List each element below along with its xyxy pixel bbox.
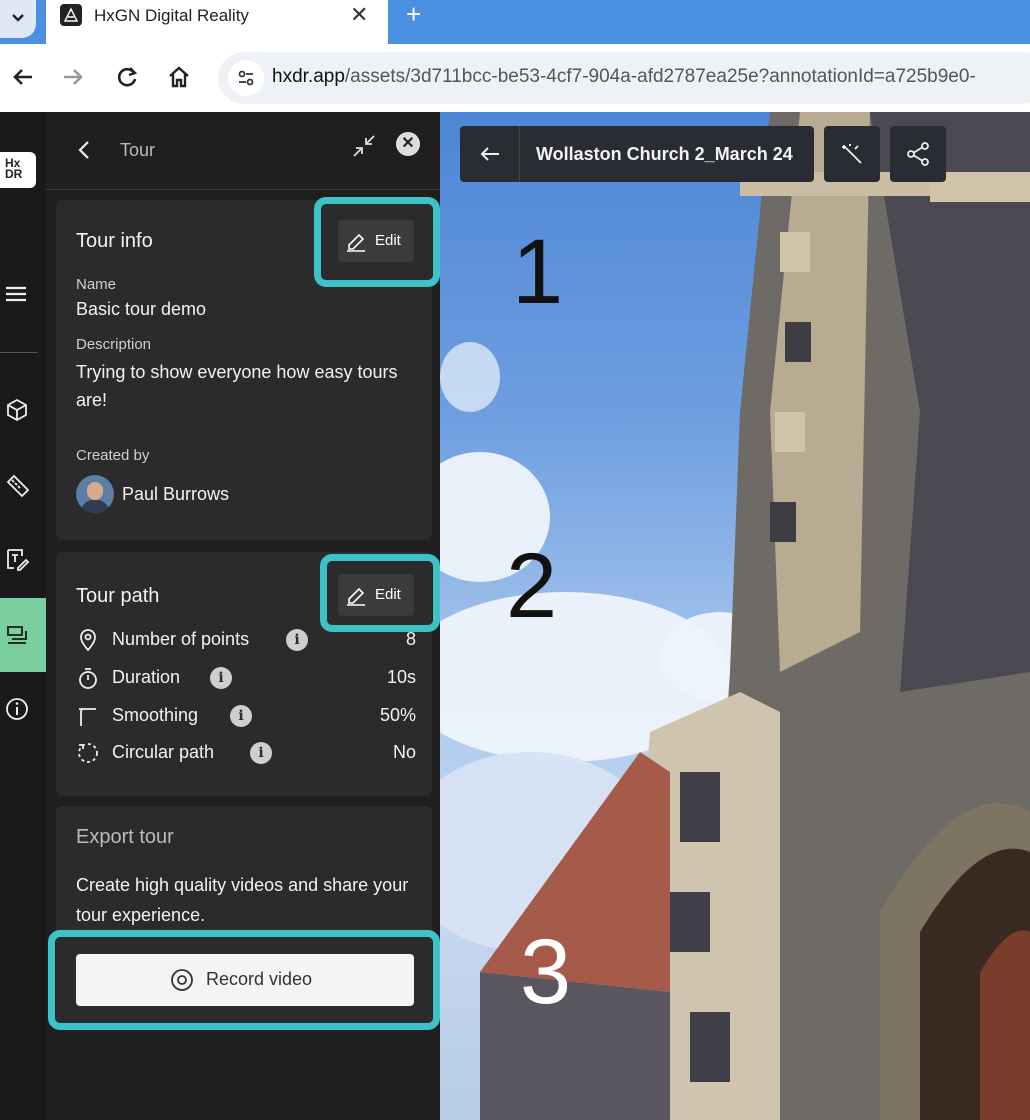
created-by-label: Created by: [76, 447, 150, 464]
highlight-box-edit-info: [314, 197, 440, 287]
step-number-1: 1: [512, 221, 564, 323]
hxgn-favicon-icon: [60, 4, 82, 26]
browser-tab[interactable]: HxGN Digital Reality ✕: [46, 0, 388, 44]
chevron-down-icon: [12, 14, 24, 22]
panel-header: Tour ✕: [46, 112, 440, 190]
viewer-3d[interactable]: Wollaston Church 2_March 24 1 2 3: [440, 112, 1030, 1120]
asset-title-bar: Wollaston Church 2_March 24: [460, 126, 814, 182]
hxdr-logo[interactable]: Hx DR: [0, 152, 36, 188]
reload-icon[interactable]: [112, 62, 142, 92]
stopwatch-icon: [79, 668, 97, 689]
step-number-3: 3: [520, 921, 572, 1023]
site-info-button[interactable]: [228, 60, 264, 96]
magic-wand-button[interactable]: [824, 126, 880, 182]
browser-tab-strip: HxGN Digital Reality ✕ +: [0, 0, 1030, 44]
viewer-back-button[interactable]: [460, 126, 520, 182]
rail-divider: [0, 352, 38, 353]
ruler-icon[interactable]: [4, 472, 30, 498]
name-value: Basic tour demo: [76, 299, 207, 319]
description-value: Trying to show everyone how easy tours a…: [76, 362, 398, 410]
rail-tour-active[interactable]: [0, 598, 46, 672]
path-row-label: Duration: [112, 667, 181, 687]
share-icon: [907, 142, 929, 166]
highlight-box-record: [48, 930, 440, 1030]
share-button[interactable]: [890, 126, 946, 182]
tour-info-heading: Tour info: [76, 230, 153, 252]
path-row-label: Circular path: [112, 742, 215, 762]
logo-line-2: DR: [5, 167, 23, 181]
app-rail: Hx DR: [0, 112, 46, 1120]
path-row-smoothing: Smoothing i 50%: [76, 703, 416, 729]
tab-close-icon[interactable]: ✕: [350, 2, 368, 28]
magic-wand-icon: [842, 144, 862, 164]
step-number-2: 2: [506, 535, 558, 637]
url-path: /assets/3d711bcc-be53-4cf7-904a-afd2787e…: [344, 66, 976, 87]
annotation-icon[interactable]: [4, 546, 30, 572]
created-by-value: Paul Burrows: [122, 484, 230, 504]
path-row-value: 10s: [386, 667, 416, 687]
path-row-value: No: [392, 742, 416, 762]
circular-path-icon: [78, 743, 98, 763]
info-icon[interactable]: [4, 696, 30, 722]
path-row-label: Smoothing: [112, 705, 199, 725]
home-icon[interactable]: [164, 62, 194, 92]
description-label: Description: [76, 336, 152, 353]
address-bar[interactable]: hxdr.app/assets/3d711bcc-be53-4cf7-904a-…: [218, 52, 1030, 104]
highlight-box-edit-path: [320, 554, 440, 632]
close-icon[interactable]: ✕: [396, 132, 420, 156]
avatar: [76, 475, 114, 513]
tour-icon: [7, 626, 27, 644]
back-arrow-icon[interactable]: [8, 62, 38, 92]
menu-icon[interactable]: [4, 282, 30, 308]
info-icon[interactable]: i: [230, 705, 252, 727]
name-label: Name: [76, 276, 117, 293]
path-row-label: Number of points: [112, 629, 250, 649]
curve-icon: [79, 708, 96, 726]
panel-title: Tour: [120, 140, 156, 160]
asset-title: Wollaston Church 2_March 24: [536, 144, 793, 164]
export-heading: Export tour: [76, 826, 174, 848]
path-row-value: 8: [405, 629, 416, 649]
new-tab-button[interactable]: +: [406, 0, 421, 28]
forward-arrow-icon[interactable]: [58, 62, 88, 92]
export-description: Create high quality videos and share you…: [76, 875, 409, 925]
tab-search-button[interactable]: [0, 0, 36, 38]
tour-path-heading: Tour path: [76, 585, 160, 607]
info-icon[interactable]: i: [210, 667, 232, 689]
tab-title: HxGN Digital Reality: [94, 6, 249, 25]
back-arrow-icon: [480, 147, 499, 161]
cube-icon[interactable]: [4, 397, 30, 423]
path-row-circular: Circular path i No: [76, 740, 416, 766]
url-host: hxdr.app: [272, 66, 345, 87]
chevron-left-icon[interactable]: [74, 138, 94, 162]
info-icon[interactable]: i: [250, 742, 272, 764]
path-row-value: 50%: [379, 705, 416, 725]
collapse-icon[interactable]: [350, 132, 378, 160]
tour-panel: Tour ✕ Tour info Edit Name Basic tour de…: [46, 112, 440, 1120]
browser-toolbar: hxdr.app/assets/3d711bcc-be53-4cf7-904a-…: [0, 44, 1030, 112]
path-row-duration: Duration i 10s: [76, 665, 416, 691]
url-text: hxdr.app/assets/3d711bcc-be53-4cf7-904a-…: [272, 66, 976, 88]
tune-icon: [238, 70, 254, 86]
info-icon[interactable]: i: [286, 629, 308, 651]
location-pin-icon: [80, 629, 96, 652]
